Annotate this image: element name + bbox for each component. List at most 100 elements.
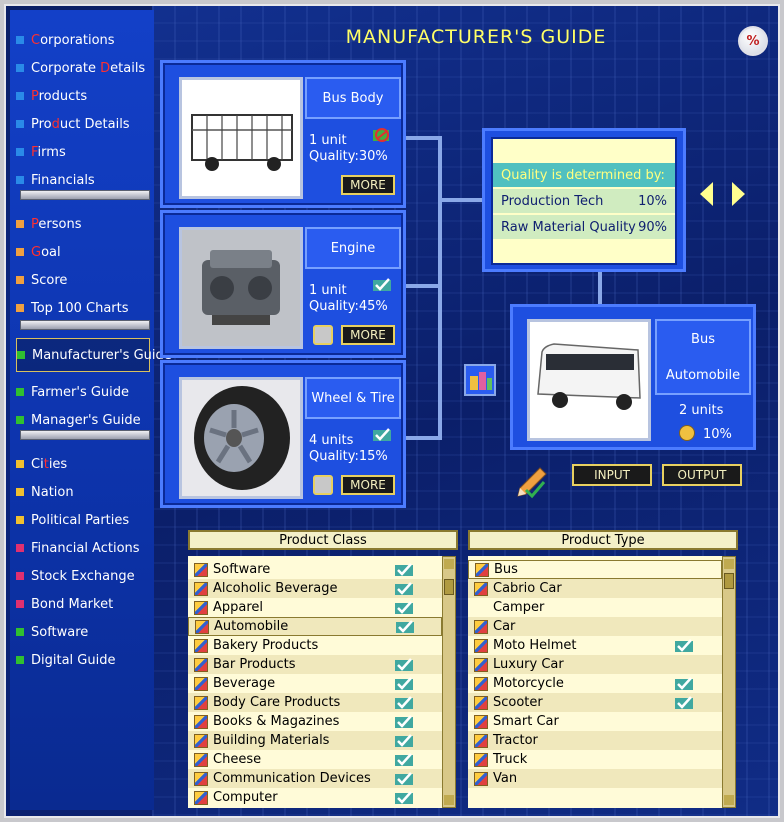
sidebar-item[interactable]: Products bbox=[16, 84, 150, 108]
list-item-label: Van bbox=[493, 771, 518, 786]
sidebar-item[interactable]: Goal bbox=[16, 240, 150, 264]
sidebar-item[interactable]: Stock Exchange bbox=[16, 564, 150, 588]
tick-icon bbox=[674, 676, 694, 691]
list-item[interactable]: Apparel bbox=[188, 598, 442, 617]
label-part: uct Details bbox=[59, 116, 130, 132]
list-item[interactable]: Van bbox=[468, 769, 722, 788]
product-card: Bus Automobile 2 units 10% bbox=[510, 304, 756, 450]
list-item[interactable]: Moto Helmet bbox=[468, 636, 722, 655]
list-item[interactable]: Communication Devices bbox=[188, 769, 442, 788]
list-item[interactable]: Bar Products bbox=[188, 655, 442, 674]
list-item[interactable]: Cheese bbox=[188, 750, 442, 769]
sidebar-item[interactable]: Firms bbox=[16, 140, 150, 164]
component-card-wheel-tire: Wheel & Tire 4 units Quality:15% MORE bbox=[160, 360, 406, 508]
factory-icon[interactable] bbox=[464, 364, 496, 396]
connector-line bbox=[598, 268, 602, 306]
quality-row: Production Tech 10% bbox=[493, 189, 675, 213]
label-part: P bbox=[31, 88, 39, 104]
list-item-label: Building Materials bbox=[213, 733, 330, 748]
list-item[interactable]: Truck bbox=[468, 750, 722, 769]
sidebar-item-label: Product Details bbox=[31, 118, 130, 131]
more-button[interactable]: MORE bbox=[341, 325, 395, 345]
list-item[interactable]: Bakery Products bbox=[188, 636, 442, 655]
sidebar-item[interactable]: Nation bbox=[16, 480, 150, 504]
quality-header: Quality is determined by: bbox=[493, 163, 675, 187]
sidebar-item[interactable]: Financials bbox=[16, 168, 150, 192]
tick-icon bbox=[394, 581, 414, 596]
product-type-scrollbar[interactable] bbox=[722, 556, 736, 808]
sidebar-item[interactable]: Financial Actions bbox=[16, 536, 150, 560]
tick-icon bbox=[394, 676, 414, 691]
list-item[interactable]: Scooter bbox=[468, 693, 722, 712]
scroll-thumb[interactable] bbox=[724, 573, 734, 589]
edit-pencil-icon[interactable] bbox=[512, 464, 548, 502]
list-item[interactable]: Cabrio Car bbox=[468, 579, 722, 598]
more-button[interactable]: MORE bbox=[341, 475, 395, 495]
product-name: Bus bbox=[691, 331, 715, 347]
list-item[interactable]: Tractor bbox=[468, 731, 722, 750]
list-item[interactable]: Bus bbox=[468, 560, 722, 579]
list-item[interactable]: Computer bbox=[188, 788, 442, 807]
sidebar-item[interactable]: Product Details bbox=[16, 112, 150, 136]
list-item[interactable]: Software bbox=[188, 560, 442, 579]
product-icon bbox=[194, 733, 208, 748]
scroll-down-icon[interactable] bbox=[724, 795, 734, 805]
scroll-thumb[interactable] bbox=[444, 579, 454, 595]
list-item-label: Cabrio Car bbox=[493, 581, 562, 596]
bullet-icon bbox=[16, 656, 24, 664]
list-item[interactable]: Luxury Car bbox=[468, 655, 722, 674]
list-item-label: Smart Car bbox=[493, 714, 559, 729]
list-item-label: Car bbox=[493, 619, 516, 634]
sidebar-item[interactable]: Corporate Details bbox=[16, 56, 150, 80]
component-checkbox[interactable] bbox=[313, 325, 333, 345]
scroll-up-icon[interactable] bbox=[724, 559, 734, 569]
product-icon bbox=[474, 733, 488, 748]
next-arrow-icon[interactable] bbox=[732, 182, 745, 206]
list-item[interactable]: Smart Car bbox=[468, 712, 722, 731]
component-name: Engine bbox=[305, 227, 401, 269]
label-part: orporations bbox=[40, 32, 115, 48]
sidebar-item[interactable]: Political Parties bbox=[16, 508, 150, 532]
sidebar-item[interactable]: Top 100 Charts bbox=[16, 296, 150, 320]
list-item[interactable]: Car bbox=[468, 617, 722, 636]
sidebar-item[interactable]: Farmer's Guide bbox=[16, 380, 150, 404]
bus-image bbox=[527, 319, 651, 441]
tick-icon bbox=[394, 695, 414, 710]
component-checkbox[interactable] bbox=[313, 475, 333, 495]
bullet-icon bbox=[16, 276, 24, 284]
bus-body-image bbox=[179, 77, 303, 199]
tick-icon bbox=[394, 771, 414, 786]
list-item[interactable]: Motorcycle bbox=[468, 674, 722, 693]
scroll-up-icon[interactable] bbox=[444, 559, 454, 569]
percent-icon[interactable]: % bbox=[738, 26, 768, 56]
list-item[interactable]: Automobile bbox=[188, 617, 442, 636]
sidebar-item[interactable]: Digital Guide bbox=[16, 648, 150, 672]
bullet-icon bbox=[17, 351, 25, 359]
sidebar-item[interactable]: Software bbox=[16, 620, 150, 644]
sidebar-item[interactable]: Bond Market bbox=[16, 592, 150, 616]
label-part: Pro bbox=[31, 116, 52, 132]
quality-row: Raw Material Quality 90% bbox=[493, 215, 675, 239]
more-button[interactable]: MORE bbox=[341, 175, 395, 195]
sidebar-item-label: Bond Market bbox=[31, 596, 114, 612]
list-item[interactable]: Body Care Products bbox=[188, 693, 442, 712]
sidebar-item[interactable]: Score bbox=[16, 268, 150, 292]
input-button[interactable]: INPUT bbox=[572, 464, 652, 486]
sidebar-item[interactable]: Manager's Guide bbox=[16, 408, 150, 432]
bullet-icon bbox=[16, 488, 24, 496]
list-item-label: Motorcycle bbox=[493, 676, 564, 691]
product-class-scrollbar[interactable] bbox=[442, 556, 456, 808]
sidebar-item[interactable]: Manufacturer's Guide bbox=[16, 338, 172, 372]
list-item[interactable]: Beverage bbox=[188, 674, 442, 693]
sidebar-item[interactable]: Corporations bbox=[16, 28, 150, 52]
list-item[interactable]: Alcoholic Beverage bbox=[188, 579, 442, 598]
sidebar-item[interactable]: Cities bbox=[16, 452, 150, 476]
scroll-down-icon[interactable] bbox=[444, 795, 454, 805]
list-item[interactable]: Camper bbox=[468, 598, 722, 617]
list-item[interactable]: Books & Magazines bbox=[188, 712, 442, 731]
prev-arrow-icon[interactable] bbox=[700, 182, 713, 206]
component-units: 1 unit bbox=[309, 283, 347, 298]
sidebar-item[interactable]: Persons bbox=[16, 212, 150, 236]
list-item[interactable]: Building Materials bbox=[188, 731, 442, 750]
output-button[interactable]: OUTPUT bbox=[662, 464, 742, 486]
